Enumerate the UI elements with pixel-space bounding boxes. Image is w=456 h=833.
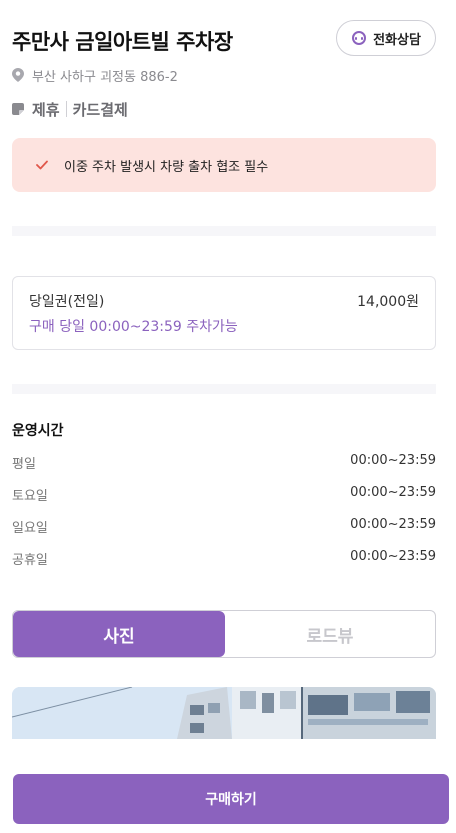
hours-day: 평일	[12, 457, 36, 472]
hours-time: 00:00~23:59	[350, 453, 436, 468]
check-icon	[36, 160, 48, 170]
hours-day: 일요일	[12, 521, 48, 536]
address-text: 부산 사하구 괴정동 886-2	[32, 69, 178, 85]
tag-partner: 제휴	[32, 100, 60, 119]
building-photo-illustration	[12, 687, 436, 739]
bottom-bar: 구매하기	[0, 740, 456, 833]
ticket-name: 당일권(전일)	[29, 294, 105, 310]
hours-row-sunday: 일요일 00:00~23:59	[12, 517, 436, 537]
hours-row-weekday: 평일 00:00~23:59	[12, 453, 436, 473]
sticky-note-icon	[12, 103, 24, 115]
hours-day: 공휴일	[12, 553, 48, 568]
tab-roadview[interactable]: 로드뷰	[225, 611, 435, 657]
parking-photo[interactable]	[12, 687, 436, 739]
address-row: 부산 사하구 괴정동 886-2	[12, 66, 178, 85]
ticket-price: 14,000원	[357, 294, 419, 310]
section-divider	[12, 226, 436, 236]
tag-card-payment: 카드결제	[72, 100, 128, 119]
hours-day: 토요일	[12, 489, 48, 504]
hours-row-holiday: 공휴일 00:00~23:59	[12, 549, 436, 569]
call-consult-label: 전화상담	[373, 32, 421, 48]
ticket-card[interactable]: 당일권(전일) 14,000원 구매 당일 00:00~23:59 주차가능	[12, 276, 436, 350]
hours-time: 00:00~23:59	[350, 549, 436, 564]
hours-row-saturday: 토요일 00:00~23:59	[12, 485, 436, 505]
view-toggle: 사진 로드뷰	[12, 610, 436, 658]
headset-icon	[352, 31, 367, 45]
hours-time: 00:00~23:59	[350, 485, 436, 500]
call-consult-button[interactable]: 전화상담	[336, 20, 436, 56]
tag-divider	[65, 101, 67, 117]
tag-row: 제휴 카드결제	[12, 98, 128, 120]
section-divider	[12, 384, 436, 394]
notice-banner: 이중 주차 발생시 차량 출차 협조 필수	[12, 138, 436, 192]
location-pin-icon	[12, 68, 24, 82]
ticket-description: 구매 당일 00:00~23:59 주차가능	[29, 319, 238, 335]
notice-text: 이중 주차 발생시 차량 출차 협조 필수	[64, 159, 269, 175]
buy-button[interactable]: 구매하기	[13, 774, 449, 824]
tab-photo[interactable]: 사진	[13, 611, 225, 657]
hours-title: 운영시간	[12, 423, 64, 439]
page-title: 주만사 금일아트빌 주차장	[12, 30, 233, 54]
hours-time: 00:00~23:59	[350, 517, 436, 532]
header: 주만사 금일아트빌 주차장 전화상담	[12, 20, 436, 60]
